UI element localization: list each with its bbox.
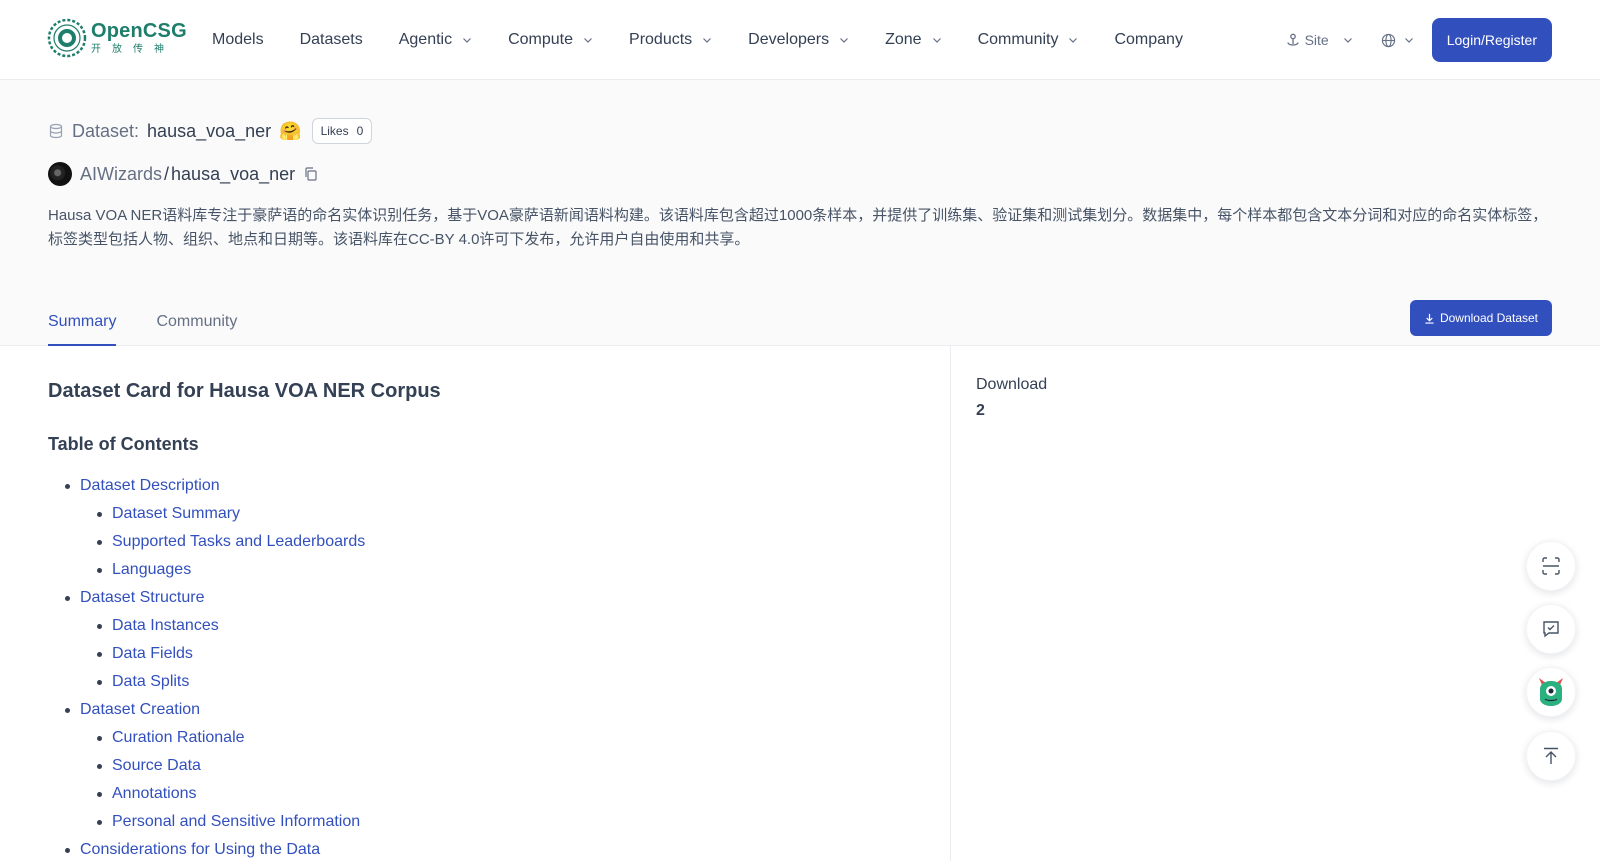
toc-link[interactable]: Dataset Description	[48, 472, 365, 500]
copy-icon[interactable]	[303, 166, 319, 182]
chat-check-icon	[1543, 621, 1559, 638]
nav-item-label: Community	[977, 31, 1059, 48]
download-stat-value: 2	[976, 402, 985, 419]
stats-sidebar: Download 2	[976, 376, 1047, 420]
scan-icon	[1542, 557, 1560, 575]
assistant-bot-button[interactable]	[1526, 667, 1576, 717]
nav-item-community[interactable]: Community	[978, 31, 1079, 49]
chevron-down-icon	[1343, 38, 1352, 43]
likes-label: Likes	[320, 124, 349, 138]
toc-link[interactable]: Supported Tasks and Leaderboards	[48, 528, 365, 556]
toc-link[interactable]: Data Splits	[48, 668, 365, 696]
toc-link[interactable]: Personal and Sensitive Information	[48, 808, 365, 836]
tab-community[interactable]: Community	[156, 306, 237, 346]
toc-link[interactable]: Source Data	[48, 752, 365, 780]
dataset-header: Dataset: hausa_voa_ner 🤗 Likes 0 AIWizar…	[0, 80, 1600, 346]
tab-bar: Summary Community	[48, 306, 277, 346]
mascot-icon	[1539, 678, 1563, 706]
nav-item-compute[interactable]: Compute	[508, 31, 593, 49]
download-dataset-label: Download Dataset	[1439, 311, 1538, 325]
opencsg-logo-icon	[47, 18, 87, 58]
chevron-down-icon	[1069, 38, 1078, 43]
toc-link[interactable]: Dataset Structure	[48, 584, 365, 612]
chevron-down-icon	[584, 38, 592, 43]
chevron-down-icon	[1404, 38, 1413, 43]
toc-link[interactable]: Languages	[48, 556, 365, 584]
toc-link[interactable]: Data Fields	[48, 640, 365, 668]
top-header: OpenCSG 开放传神 Models Datasets Agentic Comput…	[0, 0, 1600, 80]
org-link[interactable]: AIWizards	[80, 164, 162, 185]
nav-item-zone[interactable]: Zone	[885, 31, 941, 49]
nav-item-label: Datasets	[299, 31, 363, 48]
dataset-card: Dataset Card for Hausa VOA NER Corpus Ta…	[0, 346, 951, 861]
likes-button[interactable]: Likes 0	[311, 118, 373, 144]
nav-item-label: Agentic	[398, 31, 453, 48]
nav-item-label: Zone	[885, 31, 922, 48]
nav-item-models[interactable]: Models	[212, 31, 264, 49]
download-dataset-button[interactable]: Download Dataset	[1409, 300, 1552, 336]
download-icon	[1425, 313, 1434, 324]
nav-item-datasets[interactable]: Datasets	[300, 31, 363, 49]
site-icon	[1286, 33, 1299, 46]
nav-item-label: Company	[1114, 31, 1183, 48]
dataset-description: Hausa VOA NER语料库专注于豪萨语的命名实体识别任务，基于VOA豪萨语…	[48, 207, 1548, 248]
toc-link[interactable]: Considerations for Using the Data	[48, 836, 365, 861]
login-register-button[interactable]: Login/Register	[1431, 18, 1552, 62]
back-to-top-button[interactable]	[1526, 731, 1576, 781]
main-nav: Models Datasets Agentic Compute Products Deve…	[212, 0, 1219, 80]
nav-item-label: Developers	[748, 31, 830, 48]
toc-link[interactable]: Curation Rationale	[48, 724, 365, 752]
globe-icon	[1381, 33, 1395, 47]
nav-item-products[interactable]: Products	[629, 31, 712, 49]
nav-item-label: Products	[629, 31, 693, 48]
toc-link[interactable]: Dataset Creation	[48, 696, 365, 724]
dataset-name: hausa_voa_ner	[147, 120, 272, 141]
logo-wordmark: OpenCSG	[91, 19, 187, 42]
feedback-button[interactable]	[1526, 604, 1576, 654]
site-selector[interactable]: Site	[1285, 32, 1357, 48]
tab-summary[interactable]: Summary	[48, 306, 117, 346]
nav-item-agentic[interactable]: Agentic	[399, 31, 472, 49]
hugging-face-icon: 🤗	[279, 120, 302, 141]
scan-button[interactable]	[1526, 541, 1576, 591]
language-selector[interactable]	[1381, 33, 1414, 48]
toc-title: Table of Contents	[48, 434, 199, 454]
repo-path: AIWizards / hausa_voa_ner	[48, 162, 319, 186]
toc-link[interactable]: Dataset Summary	[48, 500, 365, 528]
logo-chinese: 开放传神	[91, 43, 175, 55]
likes-count: 0	[356, 124, 364, 138]
table-of-contents: Dataset Description Dataset Summary Suppor…	[48, 472, 365, 861]
opencsg-logo[interactable]: OpenCSG 开放传神	[47, 18, 187, 58]
card-title: Dataset Card for Hausa VOA NER Corpus	[48, 380, 441, 402]
nav-item-label: Models	[212, 31, 264, 48]
nav-item-company[interactable]: Company	[1114, 31, 1182, 49]
chevron-down-icon	[932, 38, 941, 43]
toc-link[interactable]: Annotations	[48, 780, 365, 808]
site-label: Site	[1304, 32, 1329, 48]
repo-name: hausa_voa_ner	[171, 163, 296, 184]
chevron-down-icon	[463, 38, 472, 43]
chevron-down-icon	[840, 38, 849, 43]
database-icon	[49, 123, 63, 139]
download-stat-label: Download	[976, 376, 1048, 393]
chevron-down-icon	[703, 38, 712, 43]
org-avatar[interactable]	[48, 162, 72, 186]
path-separator: /	[164, 163, 170, 184]
nav-item-label: Compute	[508, 31, 574, 48]
nav-item-developers[interactable]: Developers	[748, 31, 849, 49]
toc-link[interactable]: Data Instances	[48, 612, 365, 640]
arrow-up-icon	[1544, 747, 1558, 764]
dataset-label: Dataset:	[72, 120, 140, 141]
